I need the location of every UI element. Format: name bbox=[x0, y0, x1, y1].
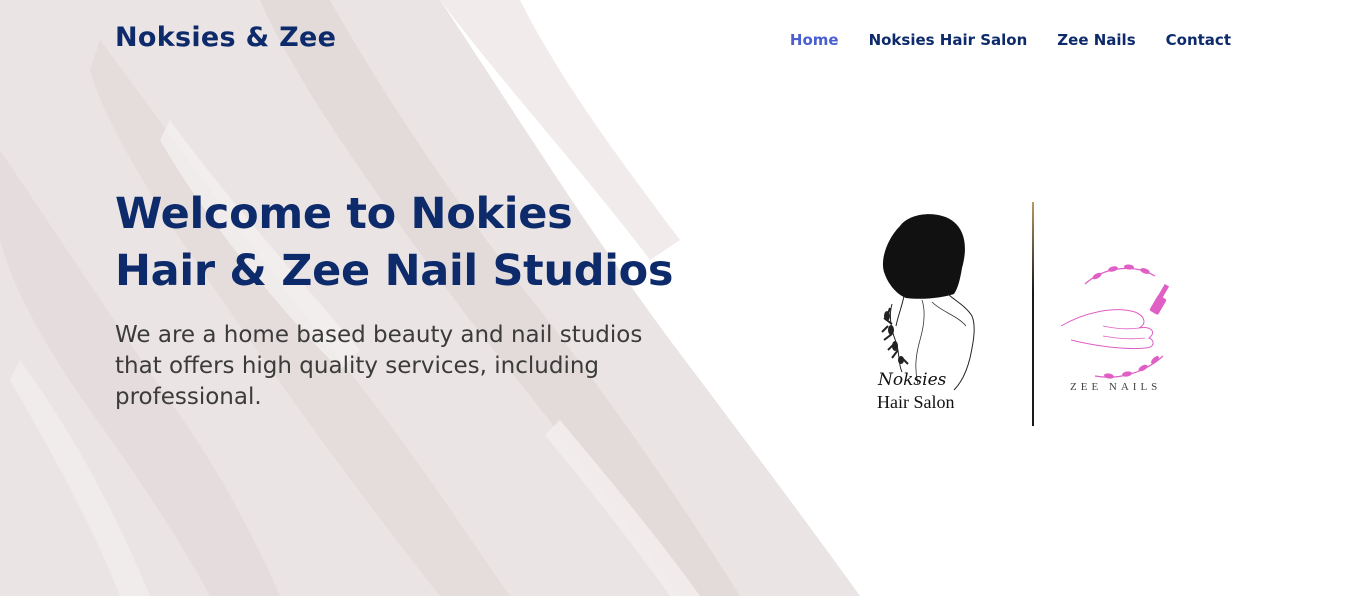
nav-contact[interactable]: Contact bbox=[1166, 31, 1231, 49]
brand-logos: Noksies Hair Salon ZEE NAILS bbox=[850, 198, 1190, 430]
nav-zee-nails[interactable]: Zee Nails bbox=[1057, 31, 1135, 49]
logo-divider bbox=[1032, 202, 1034, 426]
hero-title: Welcome to Nokies Hair & Zee Nail Studio… bbox=[115, 189, 674, 296]
hair-salon-script: Noksies bbox=[878, 370, 947, 390]
brand-logo[interactable]: Noksies & Zee bbox=[115, 22, 336, 53]
main-nav: Home Noksies Hair Salon Zee Nails Contac… bbox=[790, 31, 1231, 49]
nav-home[interactable]: Home bbox=[790, 31, 839, 49]
hand-nail-polish-icon bbox=[1060, 264, 1170, 379]
nav-noksies-hair-salon[interactable]: Noksies Hair Salon bbox=[869, 31, 1028, 49]
zee-nails-caption: ZEE NAILS bbox=[1070, 381, 1162, 393]
hero-section: Welcome to Nokies Hair & Zee Nail Studio… bbox=[115, 186, 685, 413]
hero-description: We are a home based beauty and nail stud… bbox=[115, 322, 643, 410]
site-header: Noksies & Zee Home Noksies Hair Salon Ze… bbox=[0, 0, 1346, 84]
page: Noksies & Zee Home Noksies Hair Salon Ze… bbox=[0, 0, 1346, 596]
hair-salon-caption: Hair Salon bbox=[877, 392, 955, 412]
